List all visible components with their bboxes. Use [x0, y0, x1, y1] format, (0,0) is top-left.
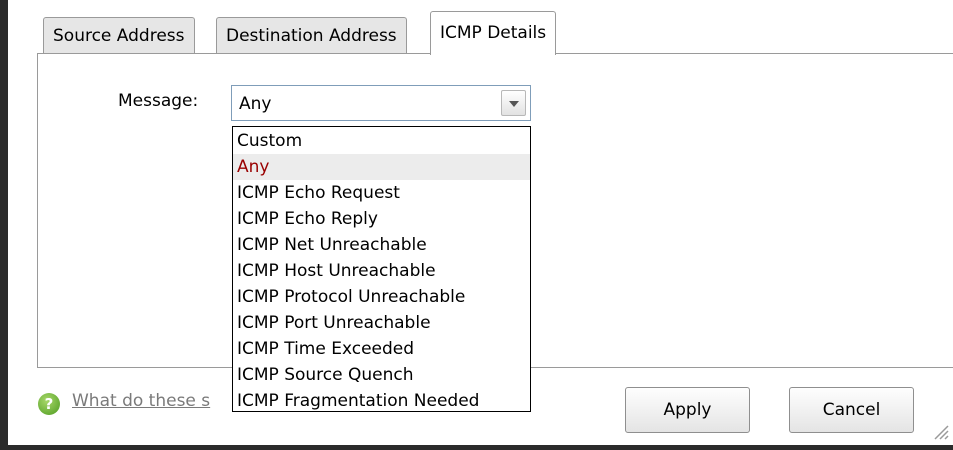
dropdown-option[interactable]: ICMP Protocol Unreachable — [233, 284, 530, 310]
dropdown-option[interactable]: ICMP Source Quench — [233, 362, 530, 388]
dropdown-option[interactable]: Any — [233, 154, 530, 180]
message-select-value: Any — [239, 94, 272, 114]
question-help-icon: ? — [38, 393, 60, 415]
dropdown-option[interactable]: ICMP Port Unreachable — [233, 310, 530, 336]
dropdown-option[interactable]: ICMP Net Unreachable — [233, 232, 530, 258]
apply-button[interactable]: Apply — [625, 387, 750, 433]
cancel-button[interactable]: Cancel — [789, 387, 914, 433]
message-dropdown-list: Custom Any ICMP Echo Request ICMP Echo Repl… — [232, 126, 531, 412]
dropdown-option[interactable]: Custom — [233, 128, 530, 154]
help-link[interactable]: What do these s — [72, 391, 210, 411]
window-bottom-border — [0, 445, 953, 450]
dropdown-option[interactable]: ICMP Host Unreachable — [233, 258, 530, 284]
dropdown-option[interactable]: ICMP Echo Reply — [233, 206, 530, 232]
dropdown-option[interactable]: ICMP Fragmentation Needed — [233, 388, 530, 414]
tab-source-address[interactable]: Source Address — [43, 17, 195, 54]
dropdown-option[interactable]: ICMP Echo Request — [233, 180, 530, 206]
chevron-down-icon[interactable] — [501, 90, 526, 116]
tab-icmp-details[interactable]: ICMP Details — [430, 11, 557, 55]
resize-grip-icon[interactable] — [931, 418, 949, 440]
message-select[interactable]: Any — [231, 85, 531, 121]
message-label: Message: — [118, 91, 199, 111]
tab-destination-address[interactable]: Destination Address — [216, 17, 407, 54]
dropdown-option[interactable]: ICMP Time Exceeded — [233, 336, 530, 362]
window-left-border — [0, 0, 8, 450]
